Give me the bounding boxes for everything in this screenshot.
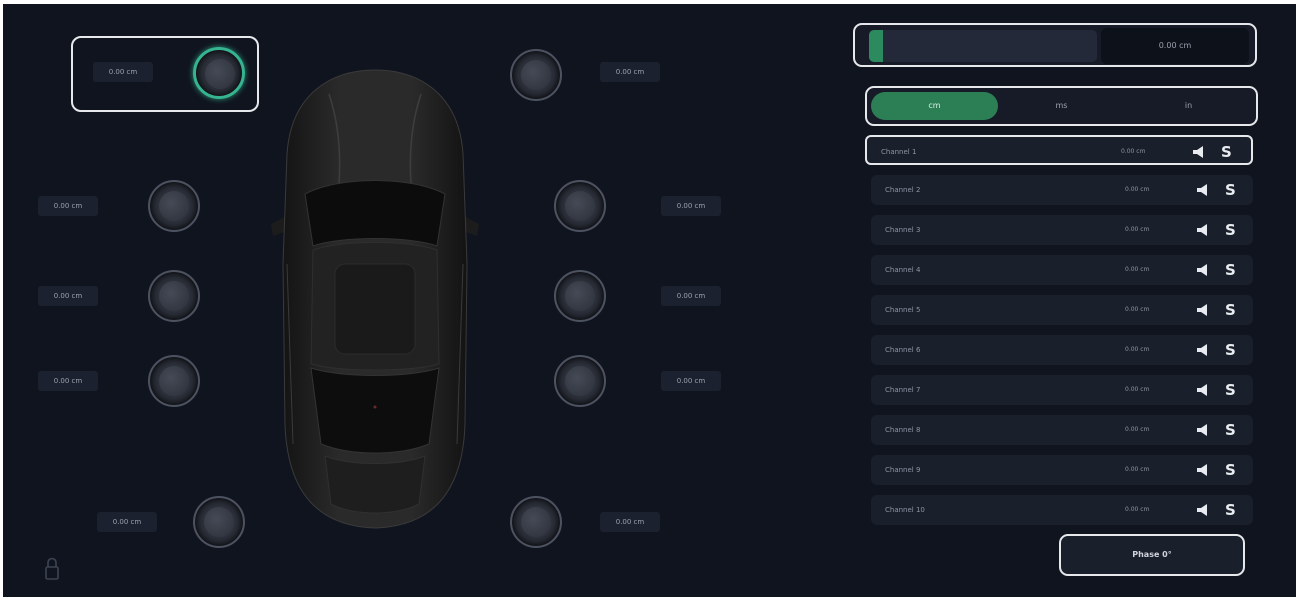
channel-value: 0.00 cm [1125, 386, 1150, 393]
rear-right-speaker-value: 0.00 cm [600, 512, 660, 532]
channel-value: 0.00 cm [1125, 426, 1150, 433]
channel-name: Channel 3 [885, 226, 921, 234]
delay-slider-fill[interactable] [869, 30, 883, 62]
car-top-view-image [271, 69, 479, 529]
solo-button[interactable]: S [1225, 295, 1236, 325]
channel-name: Channel 4 [885, 266, 921, 274]
unit-option-cm[interactable]: cm [871, 92, 998, 120]
rear-left-speaker[interactable] [193, 496, 245, 548]
channel-row[interactable]: Channel 1 0.00 cm S [865, 135, 1253, 165]
channel-name: Channel 10 [885, 506, 925, 514]
right-speaker-2[interactable] [554, 270, 606, 322]
right-speaker-2-value: 0.00 cm [661, 286, 721, 306]
solo-button[interactable]: S [1225, 175, 1236, 205]
unit-option-in[interactable]: in [1125, 92, 1252, 120]
left-speaker-1-value: 0.00 cm [38, 196, 98, 216]
delay-value-display: 0.00 cm [1101, 28, 1249, 64]
channel-row[interactable]: Channel 6 0.00 cm S [871, 335, 1253, 365]
channel-name: Channel 2 [885, 186, 921, 194]
right-speaker-1[interactable] [554, 180, 606, 232]
solo-button[interactable]: S [1225, 215, 1236, 245]
channel-value: 0.00 cm [1125, 226, 1150, 233]
channel-value: 0.00 cm [1121, 148, 1146, 155]
left-speaker-3-value: 0.00 cm [38, 371, 98, 391]
rear-right-speaker[interactable] [510, 496, 562, 548]
speaker-icon[interactable] [1197, 504, 1211, 516]
channel-name: Channel 1 [881, 148, 917, 156]
unit-option-ms[interactable]: ms [998, 92, 1125, 120]
rear-left-speaker-value: 0.00 cm [97, 512, 157, 532]
channel-name: Channel 9 [885, 466, 921, 474]
solo-button[interactable]: S [1221, 137, 1232, 167]
channel-row[interactable]: Channel 5 0.00 cm S [871, 295, 1253, 325]
speaker-icon[interactable] [1197, 264, 1211, 276]
channel-value: 0.00 cm [1125, 506, 1150, 513]
channel-name: Channel 7 [885, 386, 921, 394]
speaker-icon[interactable] [1197, 384, 1211, 396]
solo-button[interactable]: S [1225, 455, 1236, 485]
speaker-icon[interactable] [1197, 464, 1211, 476]
channel-row[interactable]: Channel 4 0.00 cm S [871, 255, 1253, 285]
solo-button[interactable]: S [1225, 255, 1236, 285]
speaker-icon[interactable] [1197, 344, 1211, 356]
channel-row[interactable]: Channel 9 0.00 cm S [871, 455, 1253, 485]
left-speaker-3[interactable] [148, 355, 200, 407]
unit-selector: cm ms in [865, 86, 1258, 126]
solo-button[interactable]: S [1225, 415, 1236, 445]
delay-settings-screen: 0.00 cm 0.00 cm 0.00 cm 0.00 cm 0.00 cm … [3, 4, 1296, 597]
speaker-icon[interactable] [1193, 146, 1207, 158]
left-speaker-1[interactable] [148, 180, 200, 232]
channel-value: 0.00 cm [1125, 266, 1150, 273]
channel-row[interactable]: Channel 8 0.00 cm S [871, 415, 1253, 445]
solo-button[interactable]: S [1225, 495, 1236, 525]
channel-row[interactable]: Channel 7 0.00 cm S [871, 375, 1253, 405]
speaker-icon[interactable] [1197, 304, 1211, 316]
channel-name: Channel 5 [885, 306, 921, 314]
front-left-speaker[interactable] [193, 47, 245, 99]
speaker-icon[interactable] [1197, 224, 1211, 236]
channel-value: 0.00 cm [1125, 306, 1150, 313]
channel-name: Channel 8 [885, 426, 921, 434]
speaker-icon[interactable] [1197, 424, 1211, 436]
left-speaker-2[interactable] [148, 270, 200, 322]
channel-name: Channel 6 [885, 346, 921, 354]
front-left-speaker-value: 0.00 cm [93, 62, 153, 82]
front-right-speaker[interactable] [510, 49, 562, 101]
channel-value: 0.00 cm [1125, 186, 1150, 193]
phase-button[interactable]: Phase 0° [1059, 534, 1245, 576]
right-speaker-1-value: 0.00 cm [661, 196, 721, 216]
channel-row[interactable]: Channel 2 0.00 cm S [871, 175, 1253, 205]
left-speaker-2-value: 0.00 cm [38, 286, 98, 306]
channel-row[interactable]: Channel 3 0.00 cm S [871, 215, 1253, 245]
channel-row[interactable]: Channel 10 0.00 cm S [871, 495, 1253, 525]
solo-button[interactable]: S [1225, 375, 1236, 405]
channel-value: 0.00 cm [1125, 466, 1150, 473]
right-speaker-3[interactable] [554, 355, 606, 407]
solo-button[interactable]: S [1225, 335, 1236, 365]
delay-slider-track[interactable] [869, 30, 1097, 62]
front-right-speaker-value: 0.00 cm [600, 62, 660, 82]
speaker-icon[interactable] [1197, 184, 1211, 196]
delay-slider-panel: 0.00 cm [853, 23, 1257, 67]
channel-value: 0.00 cm [1125, 346, 1150, 353]
right-speaker-3-value: 0.00 cm [661, 371, 721, 391]
lock-icon[interactable] [44, 557, 60, 581]
